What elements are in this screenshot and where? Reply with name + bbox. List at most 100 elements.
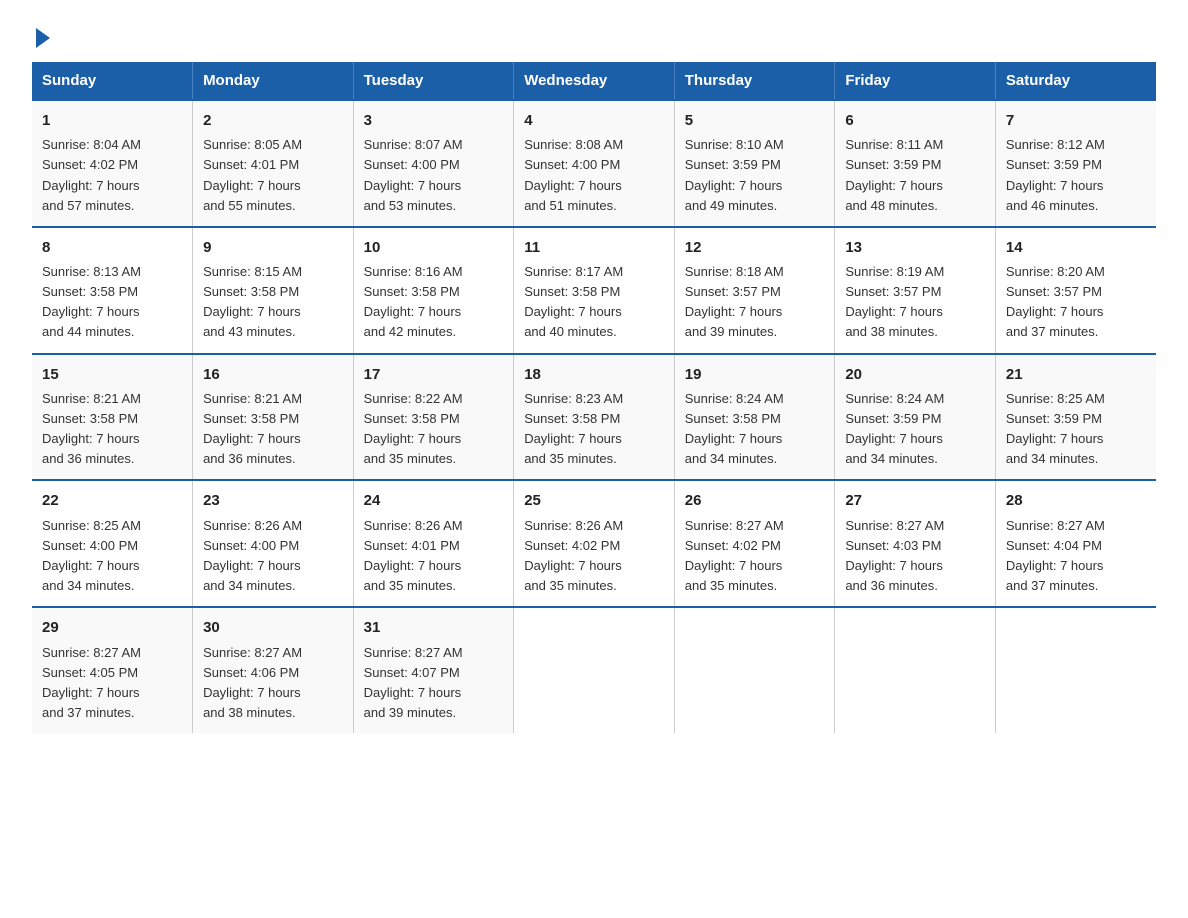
- day-number: 21: [1006, 363, 1146, 386]
- calendar-cell: 17 Sunrise: 8:22 AMSunset: 3:58 PMDayligh…: [353, 354, 514, 481]
- day-info: Sunrise: 8:10 AMSunset: 3:59 PMDaylight:…: [685, 135, 825, 216]
- day-number: 9: [203, 236, 343, 259]
- day-number: 27: [845, 489, 985, 512]
- day-number: 7: [1006, 109, 1146, 132]
- calendar-cell: 26 Sunrise: 8:27 AMSunset: 4:02 PMDayligh…: [674, 480, 835, 607]
- day-number: 28: [1006, 489, 1146, 512]
- calendar-cell: 12 Sunrise: 8:18 AMSunset: 3:57 PMDayligh…: [674, 227, 835, 354]
- calendar-cell: [514, 607, 675, 733]
- logo: [32, 24, 50, 44]
- day-info: Sunrise: 8:17 AMSunset: 3:58 PMDaylight:…: [524, 262, 664, 343]
- day-info: Sunrise: 8:21 AMSunset: 3:58 PMDaylight:…: [203, 389, 343, 470]
- day-info: Sunrise: 8:27 AMSunset: 4:04 PMDaylight:…: [1006, 516, 1146, 597]
- day-info: Sunrise: 8:24 AMSunset: 3:59 PMDaylight:…: [845, 389, 985, 470]
- day-number: 25: [524, 489, 664, 512]
- weekday-header-monday: Monday: [193, 62, 354, 100]
- day-number: 29: [42, 616, 182, 639]
- day-info: Sunrise: 8:04 AMSunset: 4:02 PMDaylight:…: [42, 135, 182, 216]
- weekday-header-wednesday: Wednesday: [514, 62, 675, 100]
- calendar-cell: [835, 607, 996, 733]
- day-number: 26: [685, 489, 825, 512]
- calendar-cell: 20 Sunrise: 8:24 AMSunset: 3:59 PMDayligh…: [835, 354, 996, 481]
- logo-arrow-icon: [36, 28, 50, 48]
- calendar-header-row: SundayMondayTuesdayWednesdayThursdayFrid…: [32, 62, 1156, 100]
- calendar-cell: 1 Sunrise: 8:04 AMSunset: 4:02 PMDaylight…: [32, 100, 193, 227]
- day-info: Sunrise: 8:25 AMSunset: 4:00 PMDaylight:…: [42, 516, 182, 597]
- calendar-cell: 11 Sunrise: 8:17 AMSunset: 3:58 PMDayligh…: [514, 227, 675, 354]
- calendar-cell: 25 Sunrise: 8:26 AMSunset: 4:02 PMDayligh…: [514, 480, 675, 607]
- day-number: 19: [685, 363, 825, 386]
- day-number: 17: [364, 363, 504, 386]
- day-number: 5: [685, 109, 825, 132]
- day-info: Sunrise: 8:27 AMSunset: 4:03 PMDaylight:…: [845, 516, 985, 597]
- calendar-cell: [674, 607, 835, 733]
- day-number: 23: [203, 489, 343, 512]
- calendar-week-row: 22 Sunrise: 8:25 AMSunset: 4:00 PMDayligh…: [32, 480, 1156, 607]
- day-number: 4: [524, 109, 664, 132]
- day-info: Sunrise: 8:16 AMSunset: 3:58 PMDaylight:…: [364, 262, 504, 343]
- day-number: 10: [364, 236, 504, 259]
- day-info: Sunrise: 8:27 AMSunset: 4:05 PMDaylight:…: [42, 643, 182, 724]
- day-info: Sunrise: 8:27 AMSunset: 4:06 PMDaylight:…: [203, 643, 343, 724]
- weekday-header-saturday: Saturday: [995, 62, 1156, 100]
- calendar-cell: 10 Sunrise: 8:16 AMSunset: 3:58 PMDayligh…: [353, 227, 514, 354]
- day-info: Sunrise: 8:11 AMSunset: 3:59 PMDaylight:…: [845, 135, 985, 216]
- calendar-week-row: 1 Sunrise: 8:04 AMSunset: 4:02 PMDaylight…: [32, 100, 1156, 227]
- calendar-cell: 15 Sunrise: 8:21 AMSunset: 3:58 PMDayligh…: [32, 354, 193, 481]
- calendar-cell: 5 Sunrise: 8:10 AMSunset: 3:59 PMDaylight…: [674, 100, 835, 227]
- calendar-cell: 3Sunrise: 8:07 AMSunset: 4:00 PMDaylight…: [353, 100, 514, 227]
- day-number: 8: [42, 236, 182, 259]
- day-info: Sunrise: 8:13 AMSunset: 3:58 PMDaylight:…: [42, 262, 182, 343]
- day-info: Sunrise: 8:24 AMSunset: 3:58 PMDaylight:…: [685, 389, 825, 470]
- weekday-header-friday: Friday: [835, 62, 996, 100]
- day-number: 18: [524, 363, 664, 386]
- day-info: Sunrise: 8:15 AMSunset: 3:58 PMDaylight:…: [203, 262, 343, 343]
- day-number: 13: [845, 236, 985, 259]
- calendar-cell: 14 Sunrise: 8:20 AMSunset: 3:57 PMDayligh…: [995, 227, 1156, 354]
- day-info: Sunrise: 8:12 AMSunset: 3:59 PMDaylight:…: [1006, 135, 1146, 216]
- day-info: Sunrise: 8:20 AMSunset: 3:57 PMDaylight:…: [1006, 262, 1146, 343]
- day-number: 14: [1006, 236, 1146, 259]
- day-info: Sunrise: 8:19 AMSunset: 3:57 PMDaylight:…: [845, 262, 985, 343]
- calendar-cell: 4Sunrise: 8:08 AMSunset: 4:00 PMDaylight…: [514, 100, 675, 227]
- day-number: 31: [364, 616, 504, 639]
- day-info: Sunrise: 8:05 AMSunset: 4:01 PMDaylight:…: [203, 135, 343, 216]
- day-number: 20: [845, 363, 985, 386]
- day-info: Sunrise: 8:22 AMSunset: 3:58 PMDaylight:…: [364, 389, 504, 470]
- calendar-cell: 23 Sunrise: 8:26 AMSunset: 4:00 PMDayligh…: [193, 480, 354, 607]
- weekday-header-thursday: Thursday: [674, 62, 835, 100]
- calendar-cell: 13 Sunrise: 8:19 AMSunset: 3:57 PMDayligh…: [835, 227, 996, 354]
- day-number: 24: [364, 489, 504, 512]
- day-info: Sunrise: 8:26 AMSunset: 4:02 PMDaylight:…: [524, 516, 664, 597]
- weekday-header-tuesday: Tuesday: [353, 62, 514, 100]
- calendar-cell: 18Sunrise: 8:23 AMSunset: 3:58 PMDayligh…: [514, 354, 675, 481]
- day-info: Sunrise: 8:26 AMSunset: 4:01 PMDaylight:…: [364, 516, 504, 597]
- calendar-cell: 16Sunrise: 8:21 AMSunset: 3:58 PMDayligh…: [193, 354, 354, 481]
- page-header: [32, 24, 1156, 44]
- calendar-cell: 21 Sunrise: 8:25 AMSunset: 3:59 PMDayligh…: [995, 354, 1156, 481]
- day-number: 1: [42, 109, 182, 132]
- calendar-cell: 27 Sunrise: 8:27 AMSunset: 4:03 PMDayligh…: [835, 480, 996, 607]
- day-number: 22: [42, 489, 182, 512]
- calendar-cell: 31 Sunrise: 8:27 AMSunset: 4:07 PMDayligh…: [353, 607, 514, 733]
- day-number: 15: [42, 363, 182, 386]
- calendar-cell: 8 Sunrise: 8:13 AMSunset: 3:58 PMDaylight…: [32, 227, 193, 354]
- calendar-week-row: 29 Sunrise: 8:27 AMSunset: 4:05 PMDayligh…: [32, 607, 1156, 733]
- calendar-cell: 24 Sunrise: 8:26 AMSunset: 4:01 PMDayligh…: [353, 480, 514, 607]
- calendar-cell: 6Sunrise: 8:11 AMSunset: 3:59 PMDaylight…: [835, 100, 996, 227]
- day-info: Sunrise: 8:18 AMSunset: 3:57 PMDaylight:…: [685, 262, 825, 343]
- calendar-cell: 28 Sunrise: 8:27 AMSunset: 4:04 PMDayligh…: [995, 480, 1156, 607]
- day-info: Sunrise: 8:25 AMSunset: 3:59 PMDaylight:…: [1006, 389, 1146, 470]
- calendar-cell: 9 Sunrise: 8:15 AMSunset: 3:58 PMDaylight…: [193, 227, 354, 354]
- calendar-cell: 29 Sunrise: 8:27 AMSunset: 4:05 PMDayligh…: [32, 607, 193, 733]
- calendar-cell: 22 Sunrise: 8:25 AMSunset: 4:00 PMDayligh…: [32, 480, 193, 607]
- day-info: Sunrise: 8:27 AMSunset: 4:07 PMDaylight:…: [364, 643, 504, 724]
- day-info: Sunrise: 8:21 AMSunset: 3:58 PMDaylight:…: [42, 389, 182, 470]
- day-info: Sunrise: 8:27 AMSunset: 4:02 PMDaylight:…: [685, 516, 825, 597]
- day-info: Sunrise: 8:26 AMSunset: 4:00 PMDaylight:…: [203, 516, 343, 597]
- weekday-header-sunday: Sunday: [32, 62, 193, 100]
- day-number: 12: [685, 236, 825, 259]
- day-number: 11: [524, 236, 664, 259]
- calendar-cell: [995, 607, 1156, 733]
- calendar-week-row: 8 Sunrise: 8:13 AMSunset: 3:58 PMDaylight…: [32, 227, 1156, 354]
